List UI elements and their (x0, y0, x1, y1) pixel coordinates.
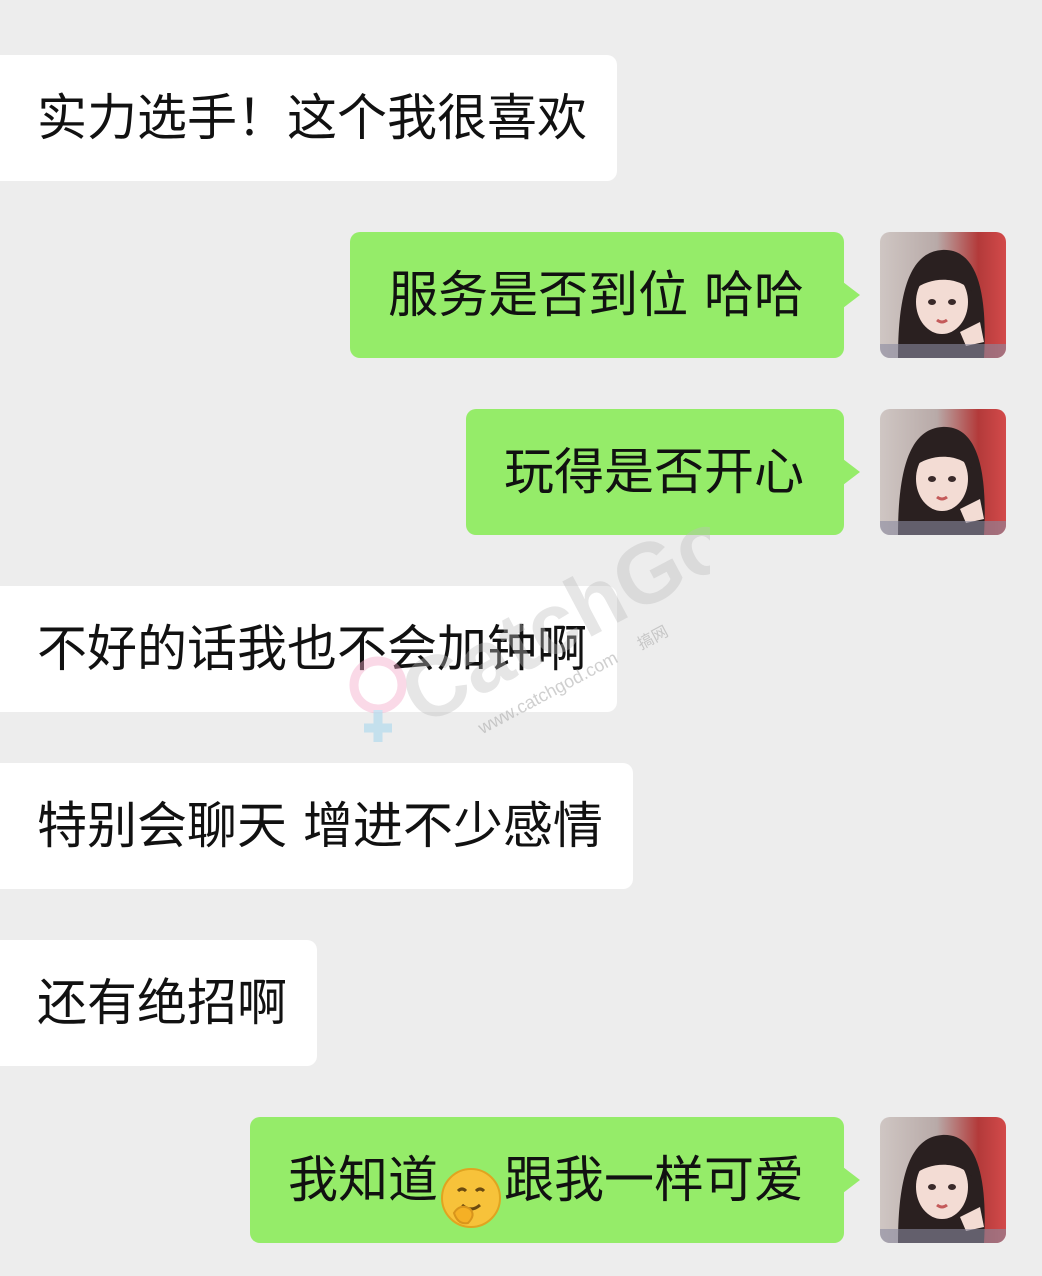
message-text: 特别会聊天 增进不少感情 (37, 797, 603, 855)
incoming-message-bubble[interactable]: 还有绝招啊 (0, 940, 317, 1066)
avatar-photo-icon (880, 426, 1006, 535)
avatar-photo-icon (880, 1134, 1006, 1243)
message-text: 不好的话我也不会加钟啊 (37, 620, 587, 678)
user-avatar[interactable] (880, 232, 1006, 358)
incoming-message-bubble[interactable]: 实力选手！这个我很喜欢 (0, 55, 617, 181)
message-text: 玩得是否开心 (504, 443, 804, 501)
user-avatar[interactable] (880, 1117, 1006, 1243)
user-avatar[interactable] (880, 409, 1006, 535)
incoming-message-bubble[interactable]: 不好的话我也不会加钟啊 (0, 586, 617, 712)
message-text: 跟我一样可爱 (504, 1151, 804, 1209)
outgoing-message-bubble[interactable]: 玩得是否开心 (466, 409, 860, 535)
watermark-suffix: 搞网 (634, 622, 671, 654)
message-text: 还有绝招啊 (37, 974, 287, 1032)
outgoing-message-bubble[interactable]: 我知道 跟我一样可爱 (250, 1117, 860, 1243)
chat-area[interactable]: 实力选手！这个我很喜欢 服务是否到位 哈哈 玩得是否开心 不好的话我也不会加钟啊… (0, 0, 1042, 1276)
avatar-photo-icon (880, 249, 1006, 358)
message-text: 实力选手！这个我很喜欢 (37, 89, 587, 147)
outgoing-message-bubble[interactable]: 服务是否到位 哈哈 (350, 232, 860, 358)
message-text: 我知道 (288, 1151, 438, 1209)
message-text: 服务是否到位 哈哈 (388, 266, 804, 324)
incoming-message-bubble[interactable]: 特别会聊天 增进不少感情 (0, 763, 633, 889)
hugging-face-emoji-icon (440, 1149, 502, 1228)
